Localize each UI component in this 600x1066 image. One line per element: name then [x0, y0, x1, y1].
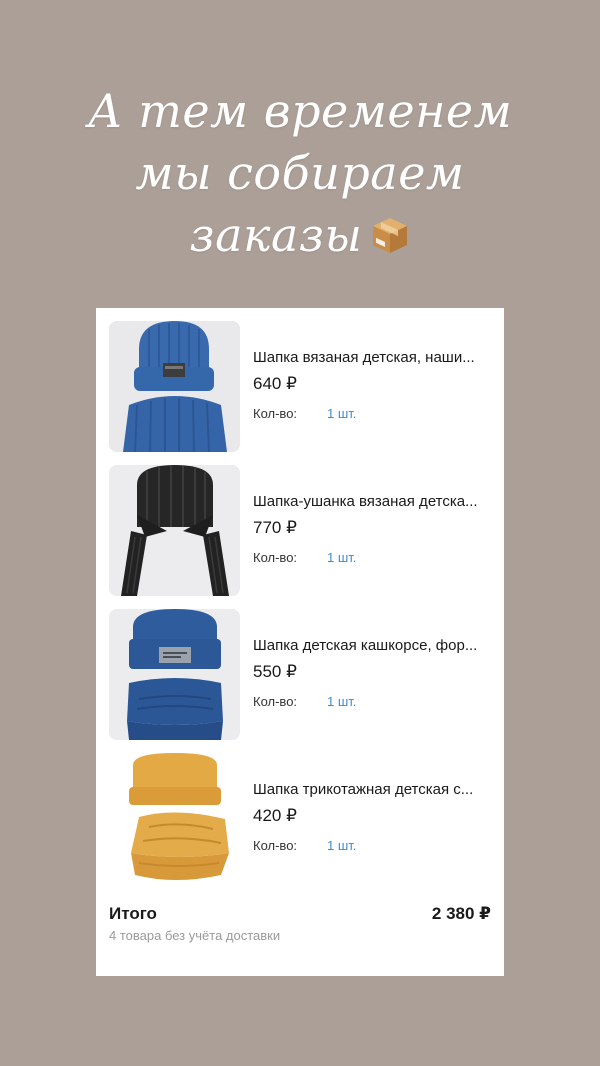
product-thumbnail[interactable] — [109, 321, 240, 452]
headline-line-2: мы собираем — [135, 146, 465, 200]
total-amount: 2 380 ₽ — [431, 904, 491, 923]
cart-item[interactable]: Шапка детская кашкорсе, фор... 550 ₽ Кол… — [109, 609, 499, 740]
cart-item[interactable]: Шапка вязаная детская, наши... 640 ₽ Кол… — [109, 321, 499, 452]
quantity-label: Кол-во: — [253, 838, 298, 853]
blue-knit-hat-snood-icon — [109, 321, 240, 452]
product-title[interactable]: Шапка вязаная детская, наши... — [253, 349, 499, 366]
story-headline: А тем временем мы собираем заказы — [0, 80, 600, 266]
cart-card: Шапка вязаная детская, наши... 640 ₽ Кол… — [96, 308, 504, 976]
black-knit-earflap-hat-icon — [109, 465, 240, 596]
product-price: 770 ₽ — [253, 518, 297, 537]
quantity-selector[interactable]: 1 шт. — [327, 550, 356, 565]
product-thumbnail[interactable] — [109, 609, 240, 740]
product-title[interactable]: Шапка-ушанка вязаная детска... — [253, 493, 499, 510]
quantity-label: Кол-во: — [253, 550, 298, 565]
quantity-selector[interactable]: 1 шт. — [327, 838, 356, 853]
cart-item[interactable]: Шапка-ушанка вязаная детска... 770 ₽ Кол… — [109, 465, 499, 596]
headline-line-3-wrap: заказы — [0, 204, 600, 266]
product-thumbnail[interactable] — [109, 753, 240, 884]
quantity-selector[interactable]: 1 шт. — [327, 406, 356, 421]
headline-line-3: заказы — [189, 208, 363, 262]
cart-item[interactable]: Шапка трикотажная детская с... 420 ₽ Кол… — [109, 753, 499, 884]
product-price: 550 ₽ — [253, 662, 297, 681]
package-icon — [373, 218, 408, 253]
quantity-label: Кол-во: — [253, 406, 298, 421]
product-thumbnail[interactable] — [109, 465, 240, 596]
product-price: 640 ₽ — [253, 374, 297, 393]
headline-line-1: А тем временем — [87, 84, 513, 138]
total-note: 4 товара без учёта доставки — [109, 928, 281, 943]
quantity-selector[interactable]: 1 шт. — [327, 694, 356, 709]
product-price: 420 ₽ — [253, 806, 297, 825]
product-title[interactable]: Шапка детская кашкорсе, фор... — [253, 637, 499, 654]
total-label: Итого — [109, 904, 157, 923]
blue-cotton-hat-snood-icon — [109, 609, 240, 740]
product-title[interactable]: Шапка трикотажная детская с... — [253, 781, 499, 798]
mustard-jersey-hat-snood-icon — [109, 753, 240, 884]
quantity-label: Кол-во: — [253, 694, 298, 709]
